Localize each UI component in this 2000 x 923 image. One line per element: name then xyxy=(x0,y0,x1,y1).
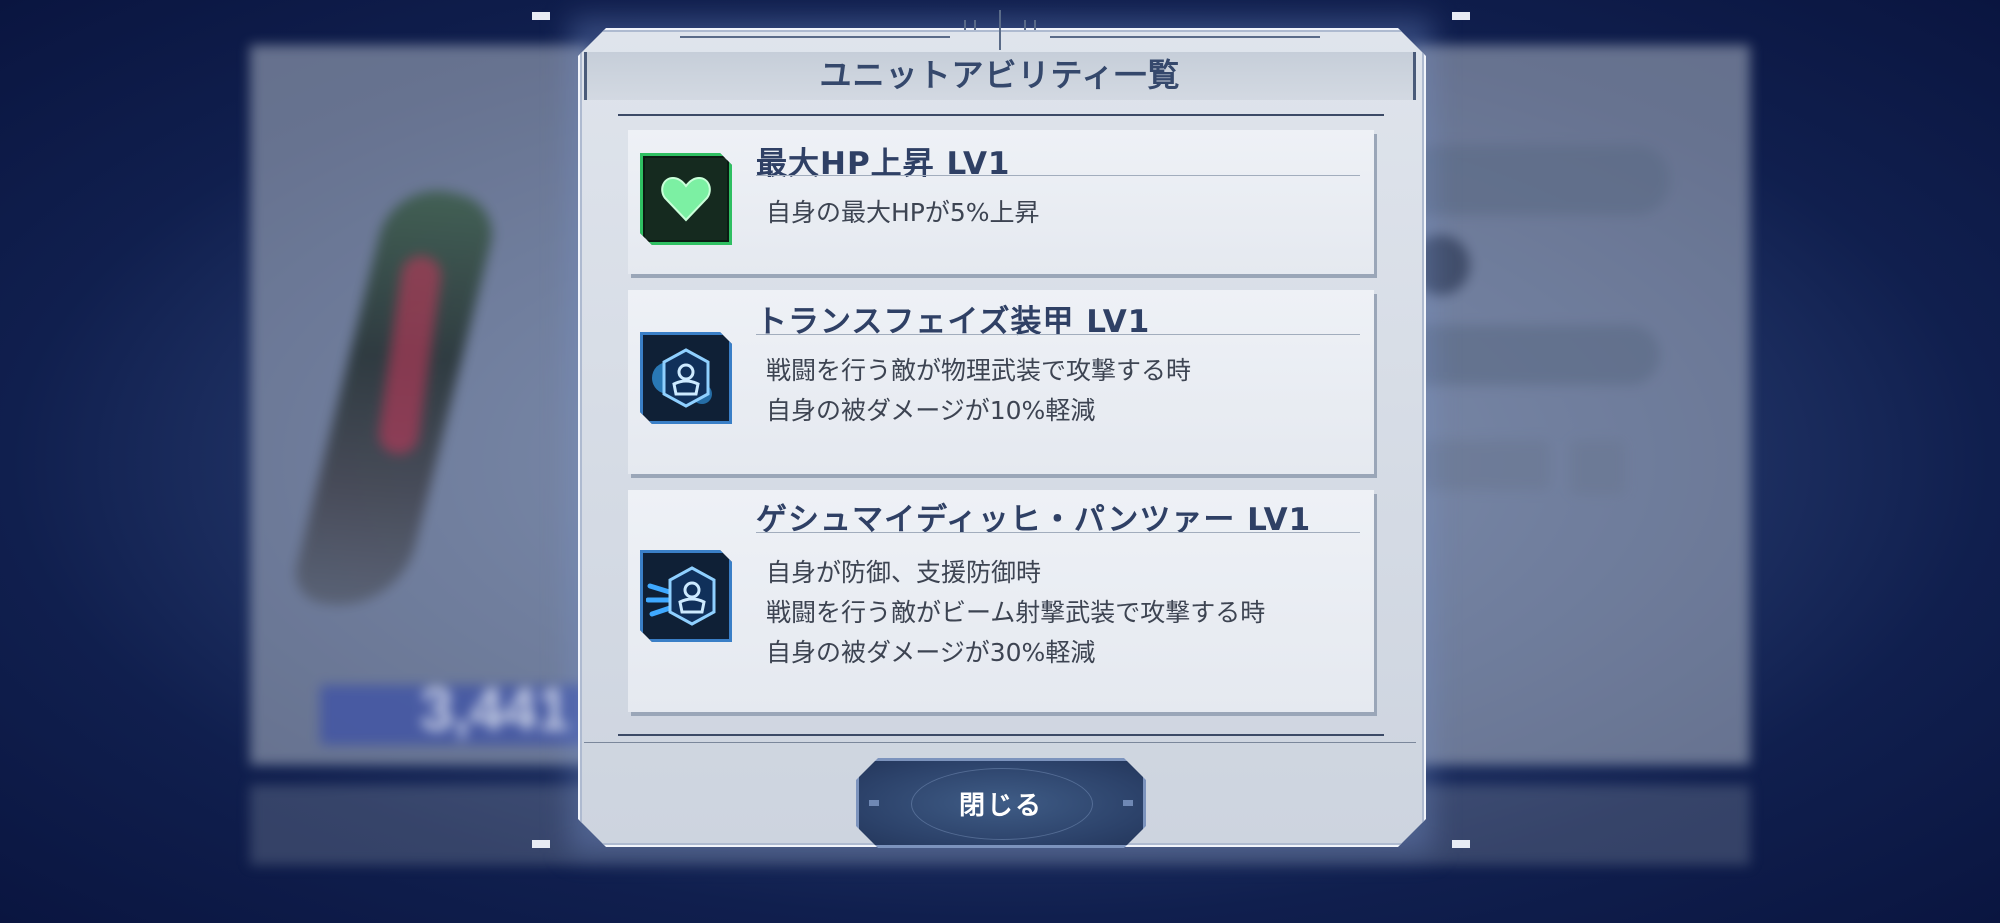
footer-divider-thin xyxy=(584,742,1416,743)
background-pill xyxy=(1400,145,1670,215)
frame-corner-mark xyxy=(532,840,550,848)
ability-description-line: 自身の最大HPが5%上昇 xyxy=(766,198,1040,227)
ability-title: 最大HP上昇 LV1 xyxy=(756,146,1011,182)
ability-card: トランスフェイズ装甲 LV1 戦闘を行う敵が物理武装で攻撃する時 自身の被ダメー… xyxy=(628,290,1374,474)
beam-deflect-shield-icon xyxy=(640,550,732,642)
frame-corner-mark xyxy=(1452,840,1470,848)
footer-divider xyxy=(618,734,1384,736)
dialog-header: ユニットアビリティ一覧 xyxy=(584,52,1416,100)
background-button xyxy=(1570,440,1625,495)
frame-corner-mark xyxy=(532,12,550,20)
ability-description-line: 自身が防御、支援防御時 xyxy=(766,558,1042,587)
background-stat-number: 3,441 xyxy=(420,676,571,743)
ability-title-underline xyxy=(756,334,1360,335)
close-button[interactable]: 閉じる xyxy=(856,758,1146,848)
top-tick xyxy=(974,20,976,30)
armor-shield-icon-graphic xyxy=(646,338,726,418)
ability-description-line: 戦闘を行う敵が物理武装で攻撃する時 xyxy=(766,356,1192,385)
top-tick xyxy=(964,20,966,30)
ability-card: ゲシュマイディッヒ・パンツァー LV1 自身が防御、支援防御時 戦闘を行う敵がビ… xyxy=(628,490,1374,712)
ability-title-underline xyxy=(756,532,1360,533)
dialog-title: ユニットアビリティ一覧 xyxy=(819,56,1181,94)
ability-title-underline xyxy=(756,175,1360,176)
ability-description-line: 戦闘を行う敵がビーム射撃武装で攻撃する時 xyxy=(766,598,1266,627)
top-center-tick xyxy=(999,10,1001,50)
button-deco-right xyxy=(1123,800,1133,806)
top-tick xyxy=(1024,20,1026,30)
button-deco-ring xyxy=(911,768,1093,840)
button-deco-left xyxy=(869,800,879,806)
top-deco-line xyxy=(1050,36,1320,38)
top-deco-line xyxy=(680,36,950,38)
beam-deflect-shield-icon-graphic xyxy=(646,556,726,636)
top-tick xyxy=(1034,20,1036,30)
ability-description-line: 自身の被ダメージが30%軽減 xyxy=(766,638,1096,667)
ability-card: 最大HP上昇 LV1 自身の最大HPが5%上昇 xyxy=(628,130,1374,274)
header-divider xyxy=(618,114,1384,116)
frame-corner-mark xyxy=(1452,12,1470,20)
heart-icon xyxy=(640,153,732,245)
heart-icon-graphic xyxy=(657,170,715,228)
armor-shield-icon xyxy=(640,332,732,424)
ability-description-line: 自身の被ダメージが10%軽減 xyxy=(766,396,1096,425)
